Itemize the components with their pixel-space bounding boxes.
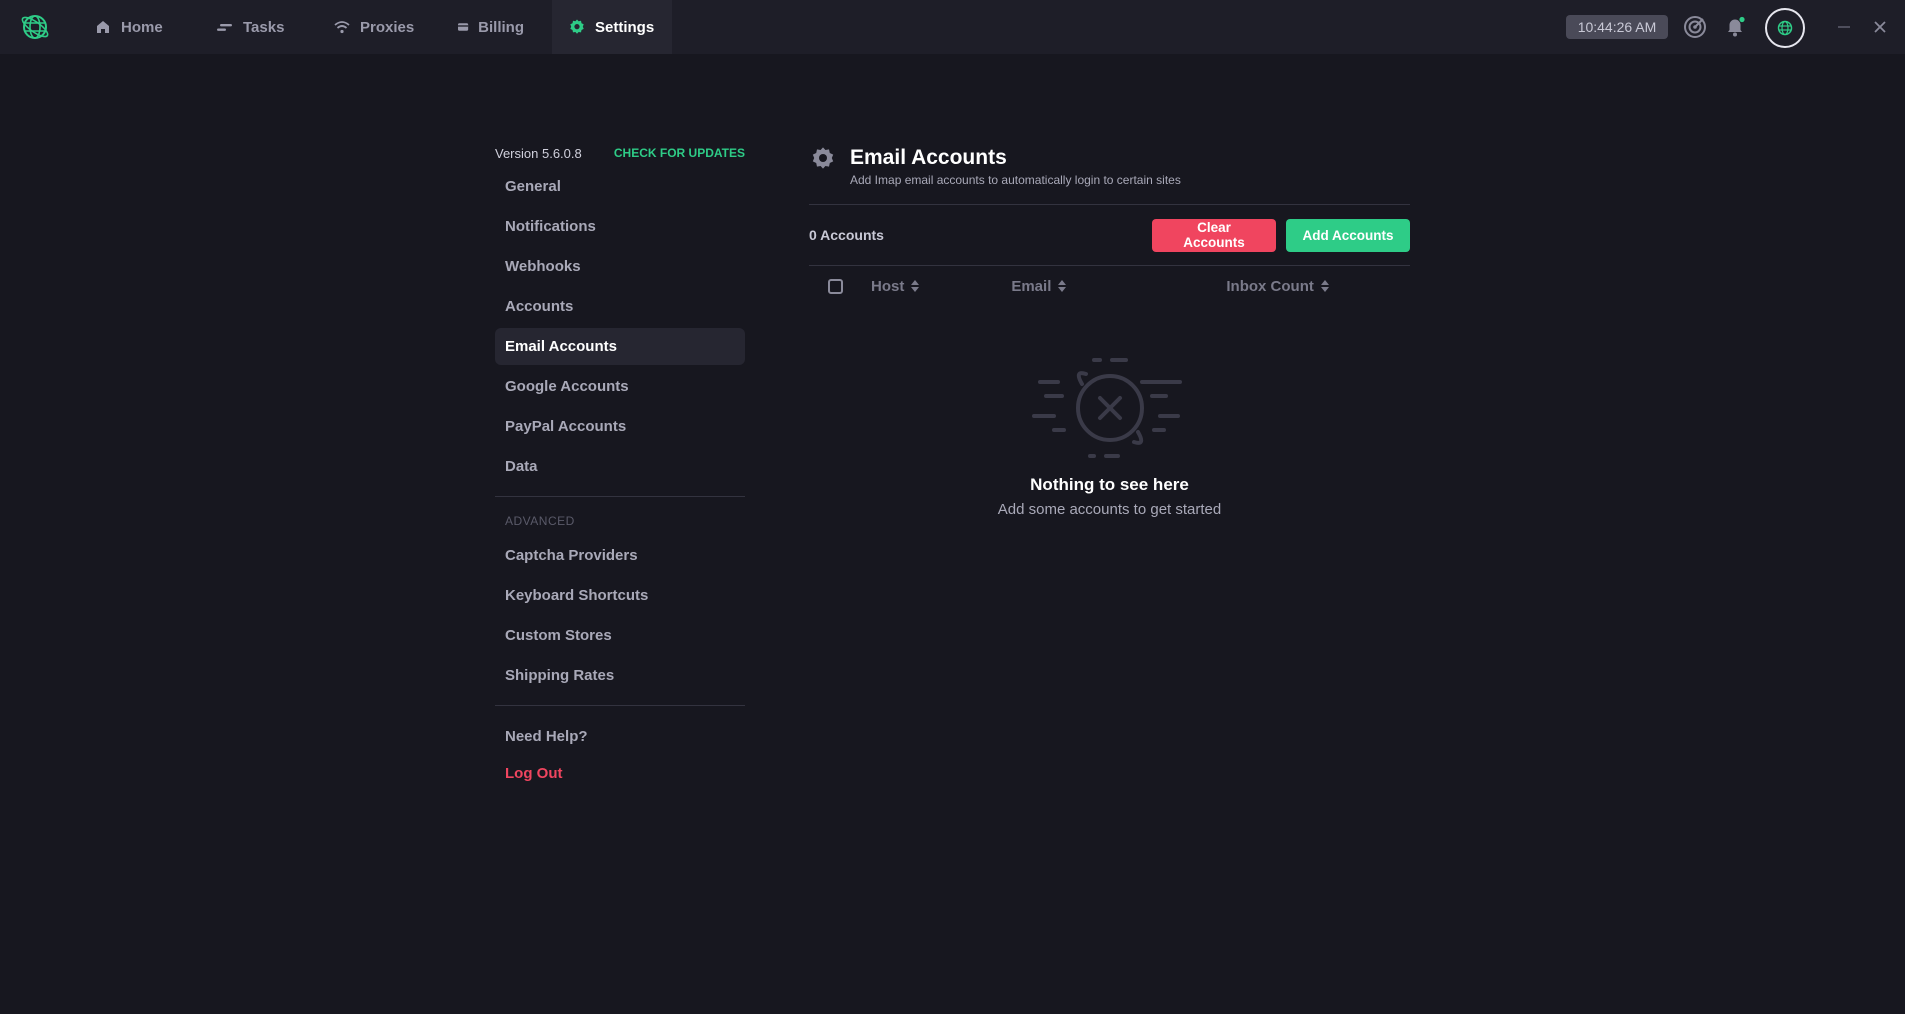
home-icon bbox=[97, 21, 109, 33]
column-email[interactable]: Email bbox=[1011, 277, 1067, 295]
toolbar-buttons: Clear Accounts Add Accounts bbox=[1152, 218, 1410, 252]
empty-state: Nothing to see here Add some accounts to… bbox=[809, 354, 1410, 518]
settings-gear-icon bbox=[812, 147, 834, 169]
sidebar-item-keyboard-shortcuts[interactable]: Keyboard Shortcuts bbox=[495, 577, 745, 614]
accounts-toolbar: 0 Accounts Clear Accounts Add Accounts bbox=[809, 205, 1410, 265]
advanced-section-label: ADVANCED bbox=[505, 514, 575, 528]
logout-link[interactable]: Log Out bbox=[495, 755, 745, 792]
panel-header: Email Accounts Add Imap email accounts t… bbox=[809, 140, 1410, 204]
nav-billing[interactable]: Billing bbox=[441, 0, 540, 54]
page-subtitle: Add Imap email accounts to automatically… bbox=[850, 173, 1181, 187]
version-row: Version 5.6.0.8 CHECK FOR UPDATES bbox=[495, 140, 745, 166]
add-accounts-button[interactable]: Add Accounts bbox=[1286, 218, 1410, 252]
sidebar-item-notifications[interactable]: Notifications bbox=[495, 208, 745, 245]
top-bar: Home Tasks Proxies Billing Settings 10:4… bbox=[0, 0, 1905, 54]
nav-proxies[interactable]: Proxies bbox=[317, 0, 441, 54]
wifi-icon bbox=[334, 21, 350, 34]
sidebar-divider-bottom bbox=[495, 705, 745, 706]
column-inbox-count-label: Inbox Count bbox=[1226, 277, 1314, 295]
sidebar-item-captcha-providers[interactable]: Captcha Providers bbox=[495, 537, 745, 574]
sort-icon bbox=[911, 280, 920, 292]
nav-proxies-label: Proxies bbox=[360, 18, 415, 36]
column-host-label: Host bbox=[871, 277, 905, 295]
avatar[interactable] bbox=[1765, 8, 1805, 48]
settings-menu: General Notifications Webhooks Accounts … bbox=[495, 168, 745, 485]
bell-icon[interactable] bbox=[1723, 15, 1747, 39]
nav-settings-label: Settings bbox=[595, 18, 655, 36]
globe-logo-icon[interactable] bbox=[20, 12, 50, 42]
header-text: Email Accounts Add Imap email accounts t… bbox=[850, 140, 1181, 187]
nav-settings[interactable]: Settings bbox=[552, 0, 672, 54]
check-updates-link[interactable]: CHECK FOR UPDATES bbox=[614, 146, 745, 160]
nav-billing-label: Billing bbox=[478, 18, 524, 36]
sidebar-item-custom-stores[interactable]: Custom Stores bbox=[495, 617, 745, 654]
page-title: Email Accounts bbox=[850, 146, 1007, 169]
table-header: Host Email Inbox Count bbox=[809, 266, 1410, 306]
nav-home[interactable]: Home bbox=[78, 0, 200, 54]
clock-display: 10:44:26 AM bbox=[1566, 15, 1668, 39]
sidebar-item-email-accounts[interactable]: Email Accounts bbox=[495, 328, 745, 365]
sidebar-item-data[interactable]: Data bbox=[495, 448, 745, 485]
nav-tasks-label: Tasks bbox=[243, 18, 285, 36]
tasks-icon bbox=[217, 24, 232, 31]
gear-icon bbox=[570, 19, 584, 34]
minimize-icon[interactable] bbox=[1834, 17, 1854, 37]
version-label: Version 5.6.0.8 bbox=[495, 145, 582, 161]
sidebar-divider bbox=[495, 496, 745, 497]
empty-planet-icon bbox=[1031, 358, 1182, 458]
settings-sidebar: Version 5.6.0.8 CHECK FOR UPDATES Genera… bbox=[495, 140, 745, 795]
column-inbox-count[interactable]: Inbox Count bbox=[1226, 277, 1329, 295]
accounts-count: 0 Accounts bbox=[809, 227, 884, 243]
sidebar-item-google-accounts[interactable]: Google Accounts bbox=[495, 368, 745, 405]
card-icon bbox=[458, 23, 469, 31]
sort-icon bbox=[1058, 280, 1067, 292]
sort-icon bbox=[1320, 280, 1329, 292]
email-accounts-panel: Email Accounts Add Imap email accounts t… bbox=[809, 140, 1410, 518]
nav-tasks[interactable]: Tasks bbox=[200, 0, 317, 54]
select-all-checkbox[interactable] bbox=[828, 278, 843, 294]
sidebar-item-shipping-rates[interactable]: Shipping Rates bbox=[495, 657, 745, 694]
clear-accounts-button[interactable]: Clear Accounts bbox=[1152, 218, 1276, 252]
empty-title: Nothing to see here bbox=[1030, 475, 1189, 494]
sidebar-item-webhooks[interactable]: Webhooks bbox=[495, 248, 745, 285]
sidebar-item-accounts[interactable]: Accounts bbox=[495, 288, 745, 325]
nav-home-label: Home bbox=[121, 18, 163, 36]
close-icon[interactable] bbox=[1870, 17, 1890, 37]
globe-avatar-icon bbox=[1777, 20, 1793, 36]
column-host[interactable]: Host bbox=[871, 277, 920, 295]
sidebar-item-paypal-accounts[interactable]: PayPal Accounts bbox=[495, 408, 745, 445]
empty-subtitle: Add some accounts to get started bbox=[997, 501, 1222, 518]
main-nav: Home Tasks Proxies Billing Settings bbox=[78, 0, 672, 54]
advanced-menu: Captcha Providers Keyboard Shortcuts Cus… bbox=[495, 537, 745, 694]
need-help-link[interactable]: Need Help? bbox=[495, 718, 745, 755]
sidebar-item-general[interactable]: General bbox=[495, 168, 745, 205]
column-email-label: Email bbox=[1011, 277, 1052, 295]
target-icon[interactable] bbox=[1683, 15, 1707, 39]
